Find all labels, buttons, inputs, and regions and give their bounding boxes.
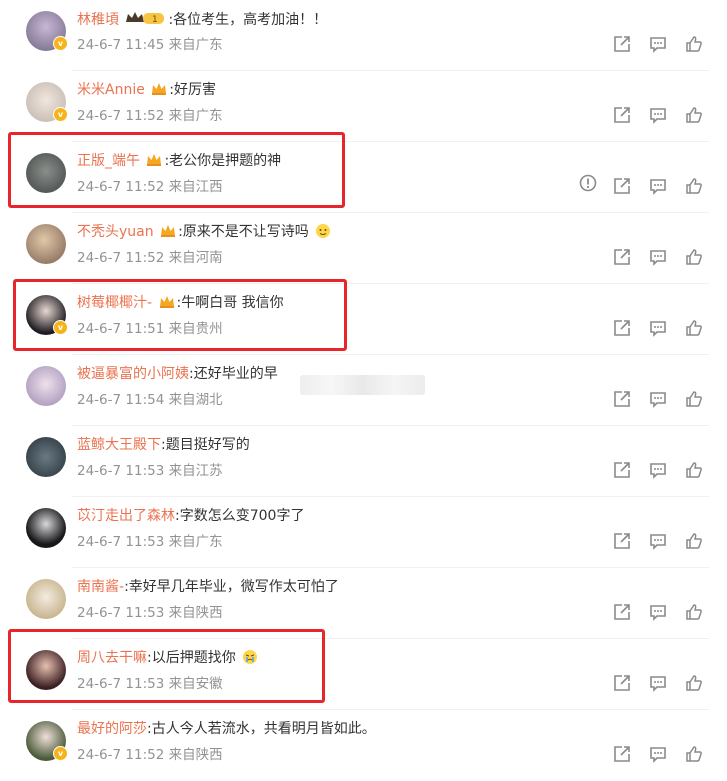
avatar[interactable] <box>26 366 66 406</box>
avatar[interactable] <box>26 508 66 548</box>
comment-icon[interactable] <box>647 104 669 126</box>
verified-badge-icon: v <box>53 746 68 761</box>
report-icon[interactable] <box>578 173 600 195</box>
username[interactable]: 最好的阿莎 <box>77 721 147 737</box>
comment-date: 24-6-7 11:54 <box>77 392 165 408</box>
share-icon[interactable] <box>611 33 633 55</box>
comment-date: 24-6-7 11:53 <box>77 534 165 550</box>
like-icon[interactable] <box>683 743 705 765</box>
highlight-box <box>8 629 325 703</box>
like-icon[interactable] <box>683 388 705 410</box>
like-icon[interactable] <box>683 672 705 694</box>
like-icon[interactable] <box>683 530 705 552</box>
comment-location: 来自陕西 <box>168 605 223 621</box>
highlight-box <box>8 132 345 208</box>
comment-icon[interactable] <box>647 601 669 623</box>
comment-icon[interactable] <box>647 459 669 481</box>
share-icon[interactable] <box>611 743 633 765</box>
share-icon[interactable] <box>611 246 633 268</box>
comment-icon[interactable] <box>647 317 669 339</box>
username[interactable]: 蓝鲸大王殿下 <box>77 437 161 453</box>
comment-text: 好厉害 <box>174 82 216 98</box>
comment-icon[interactable] <box>647 175 669 197</box>
comment-text: 古人今人若流水，共看明月皆如此。 <box>151 721 376 737</box>
vip-badge-icon: 1 <box>125 10 165 26</box>
crown-icon <box>152 83 167 95</box>
comment-date: 24-6-7 11:53 <box>77 605 165 621</box>
username[interactable]: 米米Annie <box>77 82 145 98</box>
comment-icon[interactable] <box>647 246 669 268</box>
comment-date: 24-6-7 11:53 <box>77 463 165 479</box>
username[interactable]: 南南酱- <box>77 579 124 595</box>
like-icon[interactable] <box>683 317 705 339</box>
avatar[interactable] <box>26 224 66 264</box>
comment-location: 来自河南 <box>168 250 223 266</box>
share-icon[interactable] <box>611 388 633 410</box>
comment-item: v 林稚頃 1 :各位考生，高考加油！！ 24-6-7 11:45 来自广东 <box>0 0 727 71</box>
username[interactable]: 不秃头yuan <box>77 224 154 240</box>
comment-location: 来自江苏 <box>168 463 223 479</box>
username[interactable]: 被逼暴富的小阿姨 <box>77 366 189 382</box>
comment-item: 苡汀走出了森林:字数怎么变700字了 24-6-7 11:53 来自广东 <box>0 497 727 568</box>
username[interactable]: 林稚頃 <box>77 12 119 28</box>
comment-text: 原来不是不让写诗吗 <box>182 224 309 240</box>
like-icon[interactable] <box>683 104 705 126</box>
comment-text: 字数怎么变700字了 <box>179 508 305 524</box>
comment-text: 各位考生，高考加油！！ <box>173 12 328 28</box>
comment-text: 题目挺好写的 <box>165 437 250 453</box>
comment-date: 24-6-7 11:45 <box>77 37 165 53</box>
comment-icon[interactable] <box>647 388 669 410</box>
svg-text:1: 1 <box>152 15 158 25</box>
comment-location: 来自广东 <box>168 534 223 550</box>
share-icon[interactable] <box>611 601 633 623</box>
crown-icon <box>161 225 176 237</box>
comment-text: 幸好早几年毕业，微写作太可怕了 <box>128 579 339 595</box>
comment-item: 不秃头yuan :原来不是不让写诗吗 24-6-7 11:52 来自河南 <box>0 213 727 284</box>
comment-item: v 最好的阿莎:古人今人若流水，共看明月皆如此。 24-6-7 11:52 来自… <box>0 710 727 781</box>
verified-badge-icon: v <box>53 36 68 51</box>
comment-icon[interactable] <box>647 672 669 694</box>
share-icon[interactable] <box>611 175 633 197</box>
comment-icon[interactable] <box>647 33 669 55</box>
comment-item: 蓝鲸大王殿下:题目挺好写的 24-6-7 11:53 来自江苏 <box>0 426 727 497</box>
like-icon[interactable] <box>683 246 705 268</box>
share-icon[interactable] <box>611 317 633 339</box>
comment-text: 还好毕业的早 <box>193 366 278 382</box>
comment-location: 来自广东 <box>168 108 223 124</box>
comment-location: 来自广东 <box>168 37 223 53</box>
blurred-region <box>300 375 425 395</box>
share-icon[interactable] <box>611 530 633 552</box>
comment-date: 24-6-7 11:52 <box>77 108 165 124</box>
comment-location: 来自湖北 <box>168 392 223 408</box>
comment-location: 来自陕西 <box>168 747 223 763</box>
like-icon[interactable] <box>683 33 705 55</box>
like-icon[interactable] <box>683 601 705 623</box>
share-icon[interactable] <box>611 104 633 126</box>
comment-icon[interactable] <box>647 530 669 552</box>
share-icon[interactable] <box>611 672 633 694</box>
highlight-box <box>13 279 347 351</box>
avatar[interactable] <box>26 579 66 619</box>
like-icon[interactable] <box>683 459 705 481</box>
share-icon[interactable] <box>611 459 633 481</box>
verified-badge-icon: v <box>53 107 68 122</box>
emoji-icon <box>316 224 331 238</box>
comment-icon[interactable] <box>647 743 669 765</box>
username[interactable]: 苡汀走出了森林 <box>77 508 175 524</box>
comment-date: 24-6-7 11:52 <box>77 250 165 266</box>
comment-date: 24-6-7 11:52 <box>77 747 165 763</box>
like-icon[interactable] <box>683 175 705 197</box>
avatar[interactable] <box>26 437 66 477</box>
